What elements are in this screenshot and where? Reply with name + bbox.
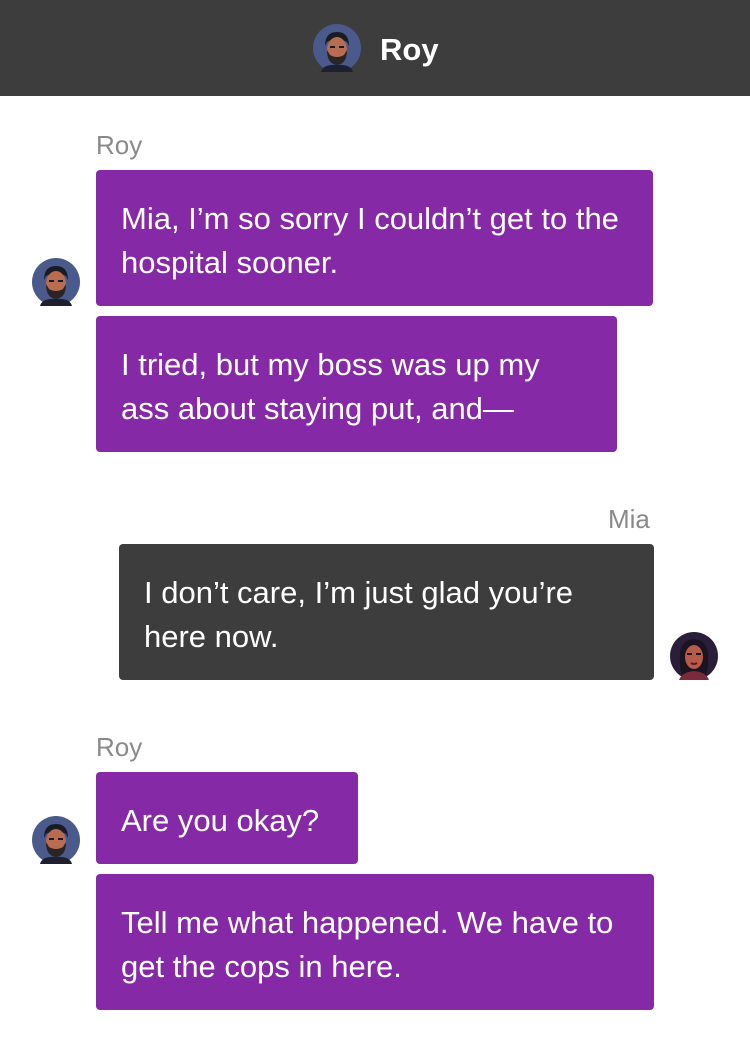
message-text: Are you okay? (121, 803, 320, 838)
message-bubble[interactable]: I tried, but my boss was up my ass about… (96, 316, 617, 452)
message-text: I don’t care, I’m just glad you’re here … (144, 575, 574, 654)
message-bubble[interactable]: Tell me what happened. We have to get th… (96, 874, 654, 1010)
message-text: I tried, but my boss was up my ass about… (121, 347, 540, 426)
chat-header: Roy (0, 0, 750, 96)
sender-label-mia: Mia (608, 504, 650, 534)
message-bubble[interactable]: Are you okay? (96, 772, 358, 864)
mia-avatar-icon[interactable] (670, 632, 718, 680)
roy-avatar-icon[interactable] (32, 258, 80, 306)
message-text: Tell me what happened. We have to get th… (121, 905, 614, 984)
sender-label-roy: Roy (96, 732, 143, 762)
chat-title: Roy (380, 32, 439, 67)
sender-label-roy: Roy (96, 130, 143, 160)
message-bubble[interactable]: Mia, I’m so sorry I couldn’t get to the … (96, 170, 653, 306)
message-bubble[interactable]: I don’t care, I’m just glad you’re here … (119, 544, 654, 680)
message-text: Mia, I’m so sorry I couldn’t get to the … (121, 201, 619, 280)
roy-avatar-icon[interactable] (32, 816, 80, 864)
roy-avatar-icon[interactable] (313, 24, 361, 72)
